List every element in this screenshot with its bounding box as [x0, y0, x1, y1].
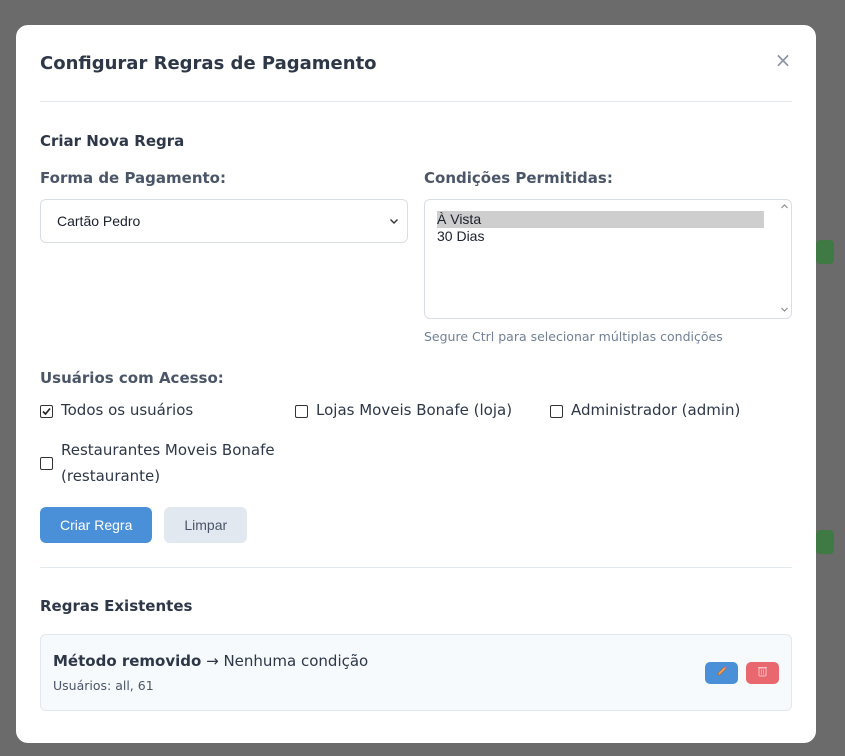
checkbox-icon[interactable]	[40, 456, 53, 470]
rule-card: Método removido → Nenhuma condição Usuár…	[40, 634, 792, 711]
conditions-column: Condições Permitidas: À Vista 30 Dias Se…	[424, 169, 792, 344]
form-actions: Criar Regra Limpar	[40, 507, 792, 543]
delete-rule-button[interactable]	[746, 661, 779, 684]
conditions-hint: Segure Ctrl para selecionar múltiplas co…	[424, 329, 723, 344]
rule-actions	[705, 661, 779, 684]
chevron-down-icon	[389, 213, 399, 229]
scroll-down-icon[interactable]	[780, 305, 789, 316]
new-rule-title: Criar Nova Regra	[40, 132, 185, 150]
user-option-label: Administrador (admin)	[571, 401, 741, 419]
edit-rule-button[interactable]	[705, 661, 738, 684]
trash-icon	[757, 665, 768, 680]
payment-method-select[interactable]: Cartão Pedro	[40, 199, 408, 243]
pencil-icon	[716, 665, 728, 680]
create-rule-button[interactable]: Criar Regra	[40, 507, 153, 543]
background-green-badge	[816, 530, 834, 554]
rule-users: Usuários: all, 61	[53, 678, 154, 693]
condition-option[interactable]: À Vista	[437, 211, 764, 228]
user-checkbox-all[interactable]: Todos os usuários	[40, 401, 295, 423]
checkbox-icon[interactable]	[550, 405, 563, 418]
user-option-label: Todos os usuários	[61, 401, 194, 419]
user-checkbox-loja[interactable]: Lojas Moveis Bonafe (loja)	[295, 401, 550, 423]
rule-conditions: Nenhuma condição	[223, 652, 369, 670]
payment-method-label: Forma de Pagamento:	[40, 169, 226, 187]
conditions-listbox[interactable]: À Vista 30 Dias	[424, 199, 792, 319]
users-checklist: Todos os usuários Lojas Moveis Bonafe (l…	[40, 401, 792, 489]
rule-info: Método removido → Nenhuma condição Usuár…	[53, 652, 368, 693]
section-divider	[40, 567, 792, 568]
close-icon[interactable]: ×	[771, 48, 795, 72]
user-option-label: Restaurantes Moveis Bonafe (restaurante)	[61, 441, 275, 485]
new-rule-form-row: Forma de Pagamento: Cartão Pedro Condiçõ…	[40, 169, 792, 344]
payment-rules-modal: Configurar Regras de Pagamento × Criar N…	[16, 25, 816, 743]
payment-column: Forma de Pagamento: Cartão Pedro	[40, 169, 408, 344]
condition-option[interactable]: 30 Dias	[437, 228, 764, 245]
user-checkbox-admin[interactable]: Administrador (admin)	[550, 401, 792, 423]
conditions-label: Condições Permitidas:	[424, 169, 613, 187]
user-checkbox-restaurante[interactable]: Restaurantes Moveis Bonafe (restaurante)	[40, 437, 295, 489]
clear-button[interactable]: Limpar	[164, 507, 248, 543]
rule-summary: Método removido → Nenhuma condição	[53, 652, 368, 670]
modal-header: Configurar Regras de Pagamento ×	[40, 25, 792, 102]
modal-title: Configurar Regras de Pagamento	[40, 52, 377, 74]
checkbox-icon[interactable]	[295, 405, 308, 418]
users-label: Usuários com Acesso:	[40, 369, 224, 387]
arrow-glyph: →	[206, 652, 219, 670]
existing-rules-title: Regras Existentes	[40, 597, 193, 615]
background-green-badge	[816, 240, 834, 264]
checkbox-checked-icon[interactable]	[40, 405, 53, 418]
rule-method: Método removido	[53, 652, 202, 670]
scroll-up-icon[interactable]	[780, 202, 789, 213]
user-option-label: Lojas Moveis Bonafe (loja)	[316, 401, 513, 419]
payment-method-value: Cartão Pedro	[57, 213, 141, 229]
